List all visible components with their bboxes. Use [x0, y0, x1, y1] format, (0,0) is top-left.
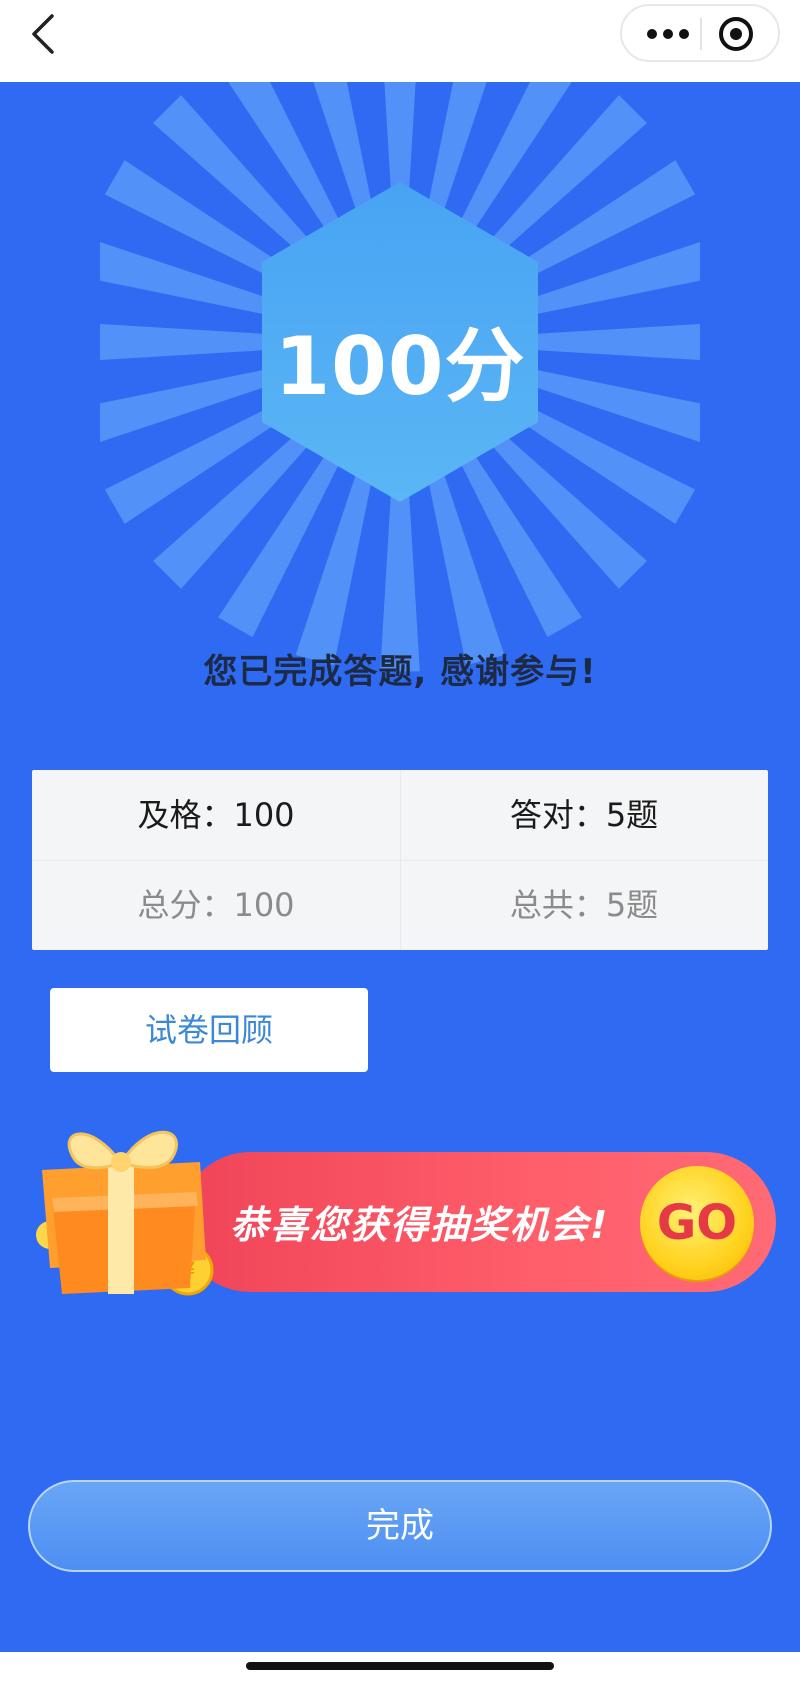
result-panel: 100分 您已完成答题, 感谢参与! 及格：100 答对：5题 总分：100 总…: [0, 82, 800, 1652]
capsule-divider: [700, 18, 702, 50]
home-indicator: [246, 1662, 554, 1670]
correct-count: 答对：5题: [509, 796, 659, 834]
go-button[interactable]: GO: [640, 1166, 754, 1280]
nav-bar: [0, 0, 800, 82]
lottery-banner[interactable]: 恭喜您获得抽奖机会! GO ¥: [30, 1110, 776, 1310]
lottery-text: 恭喜您获得抽奖机会!: [230, 1203, 610, 1247]
home-indicator-bar: [0, 1652, 800, 1684]
total-questions: 总共：5题: [509, 886, 659, 924]
review-exam-button[interactable]: 试卷回顾: [50, 988, 368, 1072]
back-button[interactable]: [22, 12, 66, 56]
more-button[interactable]: [640, 16, 700, 52]
stats-table: 及格：100 答对：5题 总分：100 总共：5题: [32, 770, 768, 950]
close-target-icon: [719, 17, 753, 51]
close-button[interactable]: [714, 14, 758, 54]
mini-program-capsule: [620, 4, 780, 62]
total-score: 总分：100: [137, 886, 295, 924]
more-dots-icon: [647, 29, 689, 39]
score-value: 100分: [274, 320, 526, 413]
completion-message: 您已完成答题, 感谢参与!: [203, 652, 597, 692]
done-button[interactable]: 完成: [28, 1480, 772, 1572]
back-arrow-icon: [32, 14, 54, 54]
gift-box-icon: ¥: [36, 1130, 214, 1296]
pass-score: 及格：100: [137, 796, 295, 834]
